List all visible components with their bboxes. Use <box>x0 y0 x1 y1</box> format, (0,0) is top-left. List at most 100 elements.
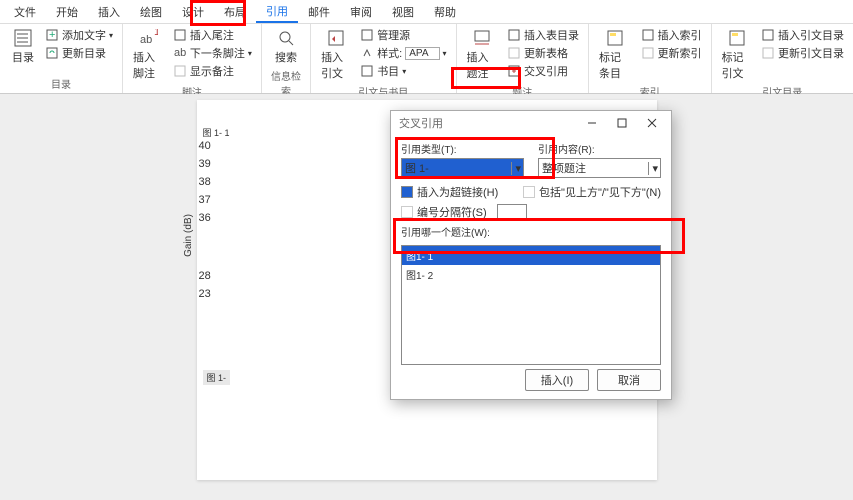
endnote-label: 插入尾注 <box>190 27 234 43</box>
cross-ref-icon <box>507 64 521 78</box>
biblio-icon <box>360 64 374 78</box>
search-icon <box>276 28 296 48</box>
insert-caption-button[interactable]: 插入题注 <box>463 26 502 83</box>
insert-table-figures-button[interactable]: 插入表目录 <box>504 26 582 44</box>
toc-label: 目录 <box>12 49 34 65</box>
caption-icon <box>472 28 492 48</box>
update-icon <box>45 46 59 60</box>
separator-label: 编号分隔符(S) <box>417 204 487 220</box>
list-item[interactable]: 图1- 2 <box>402 265 660 284</box>
add-text-label: 添加文字 <box>62 27 106 43</box>
separator-checkbox <box>401 206 413 218</box>
update-toa-icon <box>761 46 775 60</box>
ribbon: 目录 +添加文字 ▾ 更新目录 目录 ab1 插入脚注 插入尾注 ab下一条脚注… <box>0 24 853 94</box>
mark-entry-label: 标记条目 <box>599 49 632 81</box>
list-label: 引用哪一个题注(W): <box>401 224 661 239</box>
dialog-titlebar: 交叉引用 <box>391 111 671 135</box>
ytick: 39 <box>199 158 211 176</box>
hyperlink-checkbox[interactable] <box>401 186 413 198</box>
content-combo[interactable]: 整项题注▾ <box>538 158 661 178</box>
show-notes-label: 显示备注 <box>190 63 234 79</box>
manage-icon <box>360 28 374 42</box>
mark-entry-button[interactable]: 标记条目 <box>595 26 636 83</box>
insert-index-label: 插入索引 <box>658 27 702 43</box>
update-index-label: 更新索引 <box>658 45 702 61</box>
insert-index-icon <box>641 28 655 42</box>
caption-listbox[interactable]: 图1- 1 图1- 2 <box>401 245 661 365</box>
insert-button[interactable]: 插入(I) <box>525 369 589 391</box>
svg-text:+: + <box>49 29 55 41</box>
menu-help[interactable]: 帮助 <box>424 0 466 23</box>
group-toc-label: 目录 <box>51 75 71 91</box>
cancel-button[interactable]: 取消 <box>597 369 661 391</box>
menu-file[interactable]: 文件 <box>4 0 46 23</box>
menu-view[interactable]: 视图 <box>382 0 424 23</box>
cross-reference-button[interactable]: 交叉引用 <box>504 62 582 80</box>
minimize-button[interactable] <box>577 112 607 134</box>
type-combo[interactable]: 图 1-▾ <box>401 158 524 178</box>
search-button[interactable]: 搜索 <box>269 26 303 67</box>
mark-citation-button[interactable]: 标记引文 <box>718 26 756 83</box>
close-button[interactable] <box>637 112 667 134</box>
endnote-icon <box>173 28 187 42</box>
add-text-button[interactable]: +添加文字 ▾ <box>42 26 116 44</box>
bibliography-button[interactable]: 书目 ▾ <box>357 62 449 80</box>
dialog-body: 引用类型(T): 图 1-▾ 引用内容(R): 整项题注▾ 插入为超链接(H) … <box>391 135 671 369</box>
insert-footnote-button[interactable]: ab1 插入脚注 <box>129 26 168 83</box>
update-toc-label: 更新目录 <box>62 45 106 61</box>
content-label: 引用内容(R): <box>538 141 661 156</box>
footnote-label: 插入脚注 <box>133 49 164 81</box>
menu-insert[interactable]: 插入 <box>88 0 130 23</box>
group-search: 搜索 信息检索 <box>262 24 311 93</box>
citation-label: 插入引文 <box>321 49 351 81</box>
next-footnote-icon: ab <box>173 46 187 60</box>
tof-label: 插入表目录 <box>524 27 579 43</box>
menu-layout[interactable]: 布局 <box>214 0 256 23</box>
ytick: 37 <box>199 194 211 212</box>
manage-sources-button[interactable]: 管理源 <box>357 26 449 44</box>
style-icon <box>360 46 374 60</box>
toc-button[interactable]: 目录 <box>6 26 40 67</box>
insert-toa-label: 插入引文目录 <box>778 27 844 43</box>
update-table-label: 更新表格 <box>524 45 568 61</box>
ytick: 36 <box>199 212 211 230</box>
menu-draw[interactable]: 绘图 <box>130 0 172 23</box>
style-dropdown[interactable]: 样式: APA▾ <box>357 44 449 62</box>
footnote-icon: ab1 <box>138 28 158 48</box>
menu-review[interactable]: 审阅 <box>340 0 382 23</box>
update-toa-button: 更新引文目录 <box>758 44 847 62</box>
group-citation: 插入引文 管理源 样式: APA▾ 书目 ▾ 引文与书目 <box>311 24 456 93</box>
include-label: 包括"见上方"/"见下方"(N) <box>539 184 661 200</box>
include-checkbox <box>523 186 535 198</box>
insert-endnote-button[interactable]: 插入尾注 <box>170 26 255 44</box>
insert-index-button[interactable]: 插入索引 <box>638 26 705 44</box>
menu-mailings[interactable]: 邮件 <box>298 0 340 23</box>
list-item[interactable]: 图1- 1 <box>402 246 660 265</box>
menu-bar: 文件 开始 插入 绘图 设计 布局 引用 邮件 审阅 视图 帮助 <box>0 0 853 24</box>
dialog-title: 交叉引用 <box>395 115 577 131</box>
menu-references[interactable]: 引用 <box>256 0 298 23</box>
caption-label: 插入题注 <box>467 49 498 81</box>
svg-text:1: 1 <box>154 29 158 38</box>
cross-ref-label: 交叉引用 <box>524 63 568 79</box>
update-toc-button[interactable]: 更新目录 <box>42 44 116 62</box>
next-footnote-button[interactable]: ab下一条脚注 ▾ <box>170 44 255 62</box>
menu-home[interactable]: 开始 <box>46 0 88 23</box>
insert-toa-button[interactable]: 插入引文目录 <box>758 26 847 44</box>
insert-citation-button[interactable]: 插入引文 <box>317 26 355 83</box>
chevron-down-icon: ▾ <box>511 162 521 175</box>
citation-icon <box>326 28 346 48</box>
svg-text:ab: ab <box>174 47 186 59</box>
maximize-button[interactable] <box>607 112 637 134</box>
menu-design[interactable]: 设计 <box>172 0 214 23</box>
group-index: 标记条目 插入索引 更新索引 索引 <box>589 24 712 93</box>
separator-input <box>497 204 527 220</box>
fig-caption-bottom: 图 1- <box>203 370 231 385</box>
style-value: APA <box>405 47 439 60</box>
ytick: 28 <box>199 270 211 288</box>
hyperlink-label: 插入为超链接(H) <box>417 184 498 200</box>
chart-ylabel: Gain (dB) <box>182 214 193 257</box>
group-footnote: ab1 插入脚注 插入尾注 ab下一条脚注 ▾ 显示备注 脚注 <box>123 24 262 93</box>
ytick: 38 <box>199 176 211 194</box>
next-footnote-label: 下一条脚注 <box>190 45 245 61</box>
